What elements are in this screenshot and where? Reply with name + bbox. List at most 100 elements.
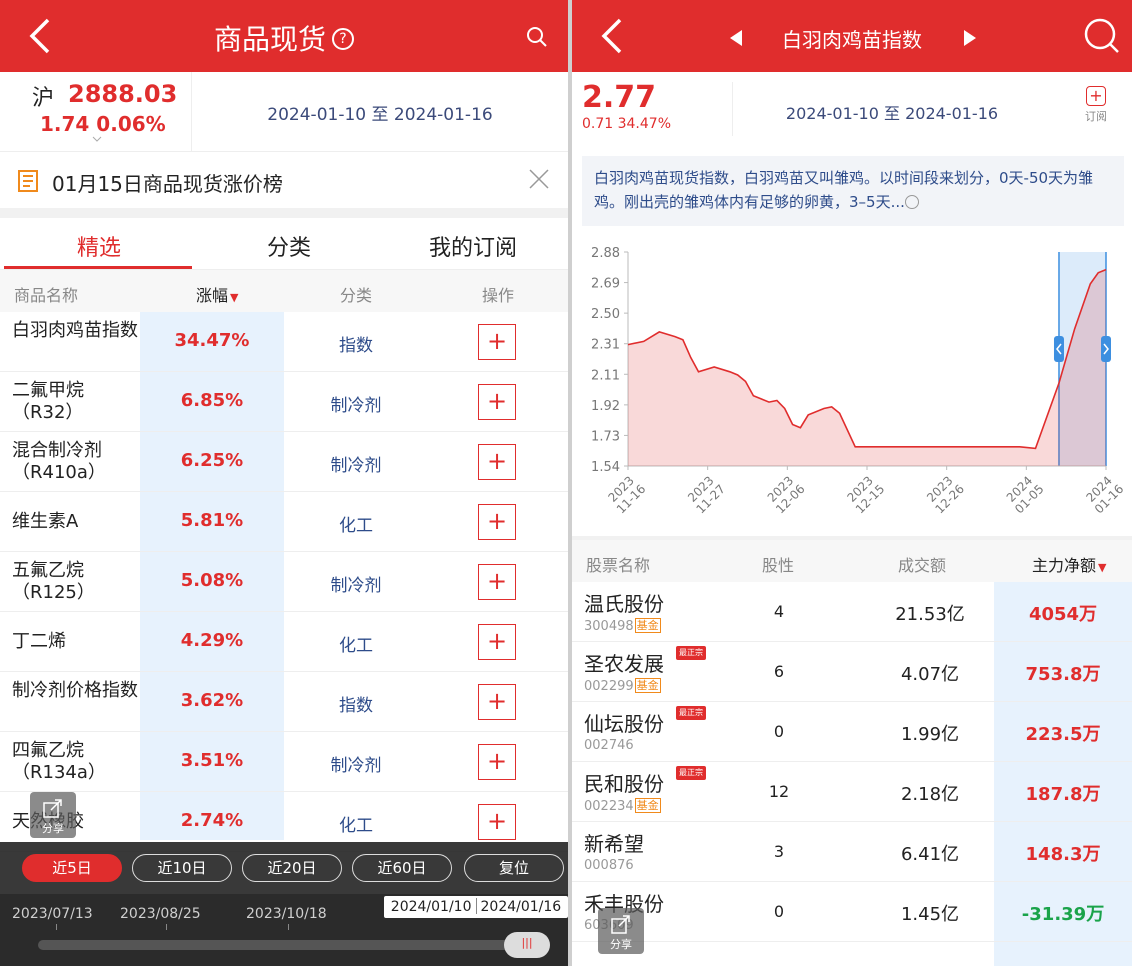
- period-60d-button[interactable]: 近60日: [352, 854, 452, 882]
- stock-net-inflow: -31.39万: [1021, 904, 1105, 925]
- reset-button[interactable]: 复位: [464, 854, 564, 882]
- subscribe-button[interactable]: + 订阅: [1080, 86, 1112, 124]
- add-subscribe-button[interactable]: +: [478, 324, 516, 360]
- table-row[interactable]: 禾丰股份 603609 0 1.45亿 -31.39万: [572, 882, 1132, 942]
- tab-category[interactable]: 分类: [194, 230, 384, 262]
- table-row[interactable]: 丁二烯 4.29% 化工 +: [0, 612, 568, 672]
- range-drag-handle-left[interactable]: [1053, 336, 1064, 362]
- notice-text: 01月15日商品现货涨价榜: [52, 172, 283, 196]
- commodity-category: 化工: [339, 816, 373, 836]
- price-chart[interactable]: 2.88 2.69 2.50 2.31 2.11 1.92 1.73 1.54202311-1…: [572, 236, 1132, 536]
- share-button[interactable]: 分享: [598, 908, 644, 954]
- tab-bar: 精选 分类 我的订阅: [0, 218, 568, 270]
- table-row[interactable]: 圣农发展 最正宗 002299 基金 6 4.07亿 753.8万: [572, 642, 1132, 702]
- period-20d-button[interactable]: 近20日: [242, 854, 342, 882]
- share-label: 分享: [610, 938, 632, 951]
- add-subscribe-button[interactable]: +: [478, 564, 516, 600]
- active-tab-indicator: [4, 266, 192, 269]
- y-tick-label: 2.11: [591, 368, 620, 383]
- document-list-icon: [18, 170, 38, 192]
- column-header-stock-name: 股票名称: [586, 556, 651, 575]
- add-subscribe-button[interactable]: +: [478, 444, 516, 480]
- add-subscribe-button[interactable]: +: [478, 684, 516, 720]
- table-row[interactable]: 五氟乙烷（R125） 5.08% 制冷剂 +: [0, 552, 568, 612]
- add-subscribe-button[interactable]: +: [478, 384, 516, 420]
- add-subscribe-button[interactable]: +: [478, 504, 516, 540]
- add-subscribe-button[interactable]: +: [478, 744, 516, 780]
- date-range[interactable]: 2024-01-10 至 2024-01-16: [192, 100, 568, 125]
- timeline-track[interactable]: [38, 940, 544, 950]
- y-tick-label: 2.88: [591, 246, 620, 261]
- stock-table-header: 股票名称 股性 成交额 主力净额 ▼: [572, 540, 1132, 582]
- table-row[interactable]: 民和股份 最正宗 002234 基金 12 2.18亿 187.8万: [572, 762, 1132, 822]
- stock-code: 002746: [584, 738, 634, 753]
- related-stock-list: 温氏股份 300498 基金 4 21.53亿 4054万 圣农发展 最正宗 00…: [572, 582, 1132, 942]
- x-tick-label: 202311-27: [684, 472, 728, 516]
- fund-badge: 基金: [634, 618, 661, 633]
- stock-nature: 6: [773, 662, 785, 681]
- search-icon[interactable]: [526, 26, 548, 48]
- search-icon[interactable]: [1082, 16, 1122, 56]
- commodity-change: 3.51%: [180, 750, 244, 771]
- price-change: 0.71 34.47%: [582, 116, 672, 132]
- column-header-nature: 股性: [762, 556, 795, 575]
- share-label: 分享: [42, 822, 64, 835]
- drag-handle-icon: |||: [521, 936, 533, 949]
- y-tick-label: 2.69: [591, 277, 620, 292]
- commodity-category: 指数: [339, 696, 373, 716]
- close-icon[interactable]: [526, 166, 552, 192]
- tab-featured[interactable]: 精选: [4, 230, 194, 262]
- description-box[interactable]: 白羽肉鸡苗现货指数，白羽鸡苗又叫雏鸡。以时间段来划分，0天-50天为雏鸡。刚出壳…: [582, 156, 1124, 226]
- tab-my-subscriptions[interactable]: 我的订阅: [378, 230, 568, 262]
- commodity-change: 6.85%: [180, 390, 244, 411]
- column-header-change[interactable]: 涨幅 ▼: [196, 282, 238, 306]
- column-header-net-inflow[interactable]: 主力净额 ▼: [1032, 552, 1106, 576]
- commodity-change: 34.47%: [174, 330, 250, 351]
- share-button[interactable]: 分享: [30, 792, 76, 838]
- table-row[interactable]: 二氟甲烷（R32） 6.85% 制冷剂 +: [0, 372, 568, 432]
- range-drag-handle-right[interactable]: [1101, 336, 1111, 362]
- subscribe-label: 订阅: [1085, 110, 1107, 123]
- notice-banner[interactable]: 01月15日商品现货涨价榜: [0, 152, 568, 208]
- fund-badge: 基金: [634, 678, 661, 693]
- stock-code: 300498: [584, 619, 634, 634]
- commodity-category: 化工: [339, 516, 373, 536]
- y-tick-label: 2.31: [591, 338, 620, 353]
- help-icon[interactable]: ?: [332, 28, 354, 50]
- table-row[interactable]: 仙坛股份 最正宗 002746 0 1.99亿 223.5万: [572, 702, 1132, 762]
- table-row[interactable]: 温氏股份 300498 基金 4 21.53亿 4054万: [572, 582, 1132, 642]
- stock-net-inflow: 187.8万: [1025, 784, 1101, 805]
- commodity-name: 制冷剂价格指数: [12, 680, 138, 701]
- y-tick-label: 1.73: [591, 429, 620, 444]
- column-header-category: 分类: [340, 286, 373, 305]
- commodity-list: 白羽肉鸡苗指数 34.47% 指数 + 二氟甲烷（R32） 6.85% 制冷剂 …: [0, 312, 568, 852]
- add-subscribe-button[interactable]: +: [478, 804, 516, 840]
- timeline-range-handle[interactable]: |||: [504, 932, 550, 958]
- expand-chevron-icon[interactable]: [904, 195, 919, 209]
- commodity-name: 丁二烯: [12, 631, 66, 652]
- timeline-label: 2023/08/25: [120, 906, 201, 922]
- table-row[interactable]: 维生素A 5.81% 化工 +: [0, 492, 568, 552]
- stock-net-inflow: 753.8万: [1025, 664, 1101, 685]
- table-row[interactable]: 新希望 000876 3 6.41亿 148.3万: [572, 822, 1132, 882]
- commodity-change: 3.62%: [180, 690, 244, 711]
- table-row[interactable]: 四氟乙烷（R134a） 3.51% 制冷剂 +: [0, 732, 568, 792]
- commodity-name: 四氟乙烷（R134a）: [12, 740, 106, 783]
- table-row[interactable]: 混合制冷剂（R410a） 6.25% 制冷剂 +: [0, 432, 568, 492]
- period-5d-button[interactable]: 近5日: [22, 854, 122, 882]
- date-range[interactable]: 2024-01-10 至 2024-01-16: [732, 100, 1052, 124]
- commodity-change: 2.74%: [180, 810, 244, 831]
- commodity-category: 制冷剂: [330, 756, 382, 776]
- index-name: 沪: [32, 86, 55, 111]
- range-separator: [475, 898, 477, 914]
- next-item-icon[interactable]: [964, 30, 976, 46]
- index-quote[interactable]: 沪 2888.03 1.74 0.06%: [0, 72, 192, 152]
- table-row[interactable]: 制冷剂价格指数 3.62% 指数 +: [0, 672, 568, 732]
- authentic-tag: 最正宗: [676, 706, 706, 720]
- detail-title: 白羽肉鸡苗指数: [782, 28, 922, 52]
- add-subscribe-button[interactable]: +: [478, 624, 516, 660]
- period-10d-button[interactable]: 近10日: [132, 854, 232, 882]
- description-text: 白羽肉鸡苗现货指数，白羽鸡苗又叫雏鸡。以时间段来划分，0天-50天为雏鸡。刚出壳…: [594, 169, 1094, 211]
- series-area: [628, 269, 1106, 466]
- table-row[interactable]: 白羽肉鸡苗指数 34.47% 指数 +: [0, 312, 568, 372]
